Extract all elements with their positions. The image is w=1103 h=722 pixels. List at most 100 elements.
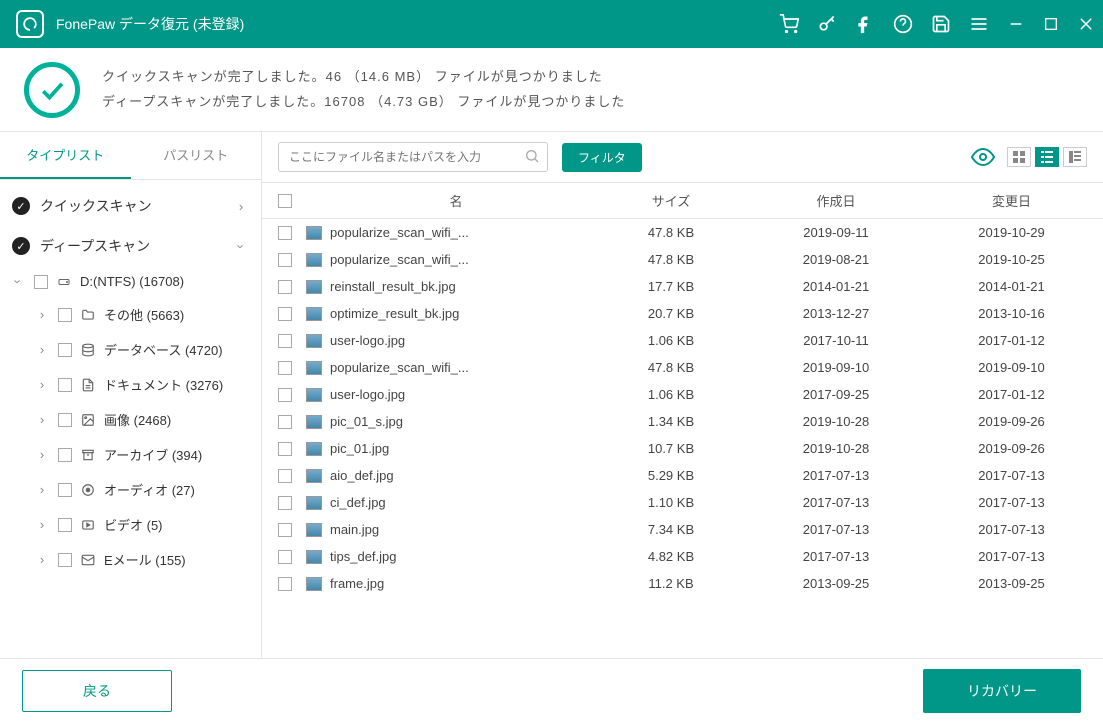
checkbox[interactable] xyxy=(58,448,72,462)
row-checkbox[interactable] xyxy=(278,361,292,375)
save-icon[interactable] xyxy=(931,14,951,34)
back-button[interactable]: 戻る xyxy=(22,670,172,712)
key-icon[interactable] xyxy=(817,14,837,34)
file-thumbnail-icon xyxy=(306,307,322,321)
checkbox[interactable] xyxy=(58,378,72,392)
row-checkbox[interactable] xyxy=(278,577,292,591)
file-created: 2019-08-21 xyxy=(736,252,936,267)
table-row[interactable]: reinstall_result_bk.jpg 17.7 KB 2014-01-… xyxy=(262,273,1103,300)
table-row[interactable]: frame.jpg 11.2 KB 2013-09-25 2013-09-25 xyxy=(262,570,1103,597)
search-icon[interactable] xyxy=(524,148,540,164)
menu-icon[interactable] xyxy=(969,14,989,34)
check-badge-icon: ✓ xyxy=(12,237,30,255)
col-modified[interactable]: 変更日 xyxy=(936,191,1087,210)
table-row[interactable]: tips_def.jpg 4.82 KB 2017-07-13 2017-07-… xyxy=(262,543,1103,570)
cart-icon[interactable] xyxy=(779,14,799,34)
file-size: 5.29 KB xyxy=(606,468,736,483)
row-checkbox[interactable] xyxy=(278,523,292,537)
file-name: aio_def.jpg xyxy=(330,468,394,483)
image-icon xyxy=(80,413,96,427)
file-thumbnail-icon xyxy=(306,388,322,402)
checkbox[interactable] xyxy=(58,518,72,532)
table-row[interactable]: main.jpg 7.34 KB 2017-07-13 2017-07-13 xyxy=(262,516,1103,543)
sidebar-category[interactable]: › ビデオ (5) xyxy=(0,507,261,542)
row-checkbox[interactable] xyxy=(278,442,292,456)
file-name: frame.jpg xyxy=(330,576,384,591)
table-row[interactable]: popularize_scan_wifi_... 47.8 KB 2019-08… xyxy=(262,246,1103,273)
mail-icon xyxy=(80,553,96,567)
table-row[interactable]: pic_01.jpg 10.7 KB 2019-10-28 2019-09-26 xyxy=(262,435,1103,462)
file-list: popularize_scan_wifi_... 47.8 KB 2019-09… xyxy=(262,219,1103,658)
chevron-down-icon: › xyxy=(11,274,26,290)
row-checkbox[interactable] xyxy=(278,334,292,348)
table-row[interactable]: optimize_result_bk.jpg 20.7 KB 2013-12-2… xyxy=(262,300,1103,327)
row-checkbox[interactable] xyxy=(278,253,292,267)
file-size: 47.8 KB xyxy=(606,360,736,375)
file-created: 2019-09-11 xyxy=(736,225,936,240)
file-thumbnail-icon xyxy=(306,334,322,348)
recover-button[interactable]: リカバリー xyxy=(923,669,1081,713)
row-checkbox[interactable] xyxy=(278,388,292,402)
close-icon[interactable] xyxy=(1077,15,1095,33)
checkbox[interactable] xyxy=(58,343,72,357)
checkbox[interactable] xyxy=(58,553,72,567)
table-row[interactable]: user-logo.jpg 1.06 KB 2017-09-25 2017-01… xyxy=(262,381,1103,408)
sidebar-quick-scan[interactable]: ✓クイックスキャン › xyxy=(0,186,261,226)
file-name: reinstall_result_bk.jpg xyxy=(330,279,456,294)
checkbox[interactable] xyxy=(58,483,72,497)
scan-summary: クイックスキャンが完了しました。46 （14.6 MB） ファイルが見つかりまし… xyxy=(0,48,1103,132)
row-checkbox[interactable] xyxy=(278,496,292,510)
chevron-right-icon: › xyxy=(34,412,50,427)
row-checkbox[interactable] xyxy=(278,469,292,483)
sidebar-category[interactable]: › ドキュメント (3276) xyxy=(0,367,261,402)
view-list-icon[interactable] xyxy=(1035,147,1059,167)
select-all-checkbox[interactable] xyxy=(278,194,292,208)
facebook-icon[interactable] xyxy=(855,14,875,34)
view-detail-icon[interactable] xyxy=(1063,147,1087,167)
chevron-right-icon: › xyxy=(34,377,50,392)
sidebar-deep-scan[interactable]: ✓ディープスキャン › xyxy=(0,226,261,266)
tab-type-list[interactable]: タイプリスト xyxy=(0,132,131,179)
search-input[interactable] xyxy=(278,142,548,172)
category-label: 画像 (2468) xyxy=(104,410,171,429)
table-row[interactable]: pic_01_s.jpg 1.34 KB 2019-10-28 2019-09-… xyxy=(262,408,1103,435)
col-name[interactable]: 名 xyxy=(306,191,606,210)
checkbox[interactable] xyxy=(34,275,48,289)
maximize-icon[interactable] xyxy=(1043,16,1059,32)
preview-icon[interactable] xyxy=(971,145,995,169)
filter-button[interactable]: フィルタ xyxy=(562,143,642,172)
table-row[interactable]: aio_def.jpg 5.29 KB 2017-07-13 2017-07-1… xyxy=(262,462,1103,489)
app-logo-icon xyxy=(16,10,44,38)
sidebar-category[interactable]: › データベース (4720) xyxy=(0,332,261,367)
sidebar-category[interactable]: › オーディオ (27) xyxy=(0,472,261,507)
row-checkbox[interactable] xyxy=(278,226,292,240)
table-row[interactable]: user-logo.jpg 1.06 KB 2017-10-11 2017-01… xyxy=(262,327,1103,354)
tab-path-list[interactable]: パスリスト xyxy=(131,132,262,179)
sidebar-drive[interactable]: › D:(NTFS) (16708) xyxy=(0,266,261,297)
help-icon[interactable] xyxy=(893,14,913,34)
checkbox[interactable] xyxy=(58,413,72,427)
row-checkbox[interactable] xyxy=(278,307,292,321)
sidebar-category[interactable]: › その他 (5663) xyxy=(0,297,261,332)
table-row[interactable]: popularize_scan_wifi_... 47.8 KB 2019-09… xyxy=(262,354,1103,381)
file-thumbnail-icon xyxy=(306,469,322,483)
sidebar-category[interactable]: › Eメール (155) xyxy=(0,542,261,577)
checkbox[interactable] xyxy=(58,308,72,322)
minimize-icon[interactable] xyxy=(1007,15,1025,33)
sidebar-category[interactable]: › アーカイブ (394) xyxy=(0,437,261,472)
col-created[interactable]: 作成日 xyxy=(736,191,936,210)
category-label: その他 (5663) xyxy=(104,305,184,324)
table-header: 名 サイズ 作成日 変更日 xyxy=(262,183,1103,219)
table-row[interactable]: ci_def.jpg 1.10 KB 2017-07-13 2017-07-13 xyxy=(262,489,1103,516)
row-checkbox[interactable] xyxy=(278,550,292,564)
view-grid-icon[interactable] xyxy=(1007,147,1031,167)
sidebar-category[interactable]: › 画像 (2468) xyxy=(0,402,261,437)
row-checkbox[interactable] xyxy=(278,415,292,429)
chevron-right-icon: › xyxy=(34,552,50,567)
col-size[interactable]: サイズ xyxy=(606,191,736,210)
row-checkbox[interactable] xyxy=(278,280,292,294)
table-row[interactable]: popularize_scan_wifi_... 47.8 KB 2019-09… xyxy=(262,219,1103,246)
file-thumbnail-icon xyxy=(306,442,322,456)
category-label: オーディオ (27) xyxy=(104,480,195,499)
file-thumbnail-icon xyxy=(306,577,322,591)
